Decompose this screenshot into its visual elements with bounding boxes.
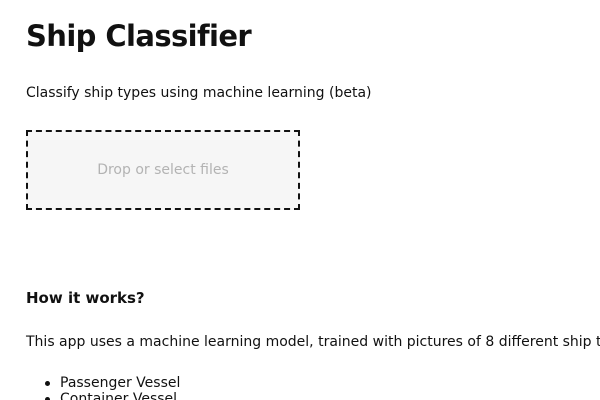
how-it-works-heading: How it works? — [26, 289, 145, 307]
ship-type-list: Passenger Vessel Container Vessel — [26, 375, 180, 400]
ship-type-label: Passenger Vessel — [60, 375, 181, 391]
file-dropzone[interactable]: Drop or select files — [26, 130, 300, 210]
ship-type-label: Container Vessel — [60, 391, 178, 400]
bullet-icon — [45, 381, 50, 386]
dropzone-label: Drop or select files — [97, 162, 229, 178]
how-it-works-description: This app uses a machine learning model, … — [26, 334, 600, 350]
page-subtitle: Classify ship types using machine learni… — [26, 85, 372, 101]
page-title: Ship Classifier — [26, 19, 252, 53]
list-item: Container Vessel — [26, 391, 180, 400]
page: Ship Classifier Classify ship types usin… — [0, 0, 600, 400]
list-item: Passenger Vessel — [26, 375, 180, 391]
